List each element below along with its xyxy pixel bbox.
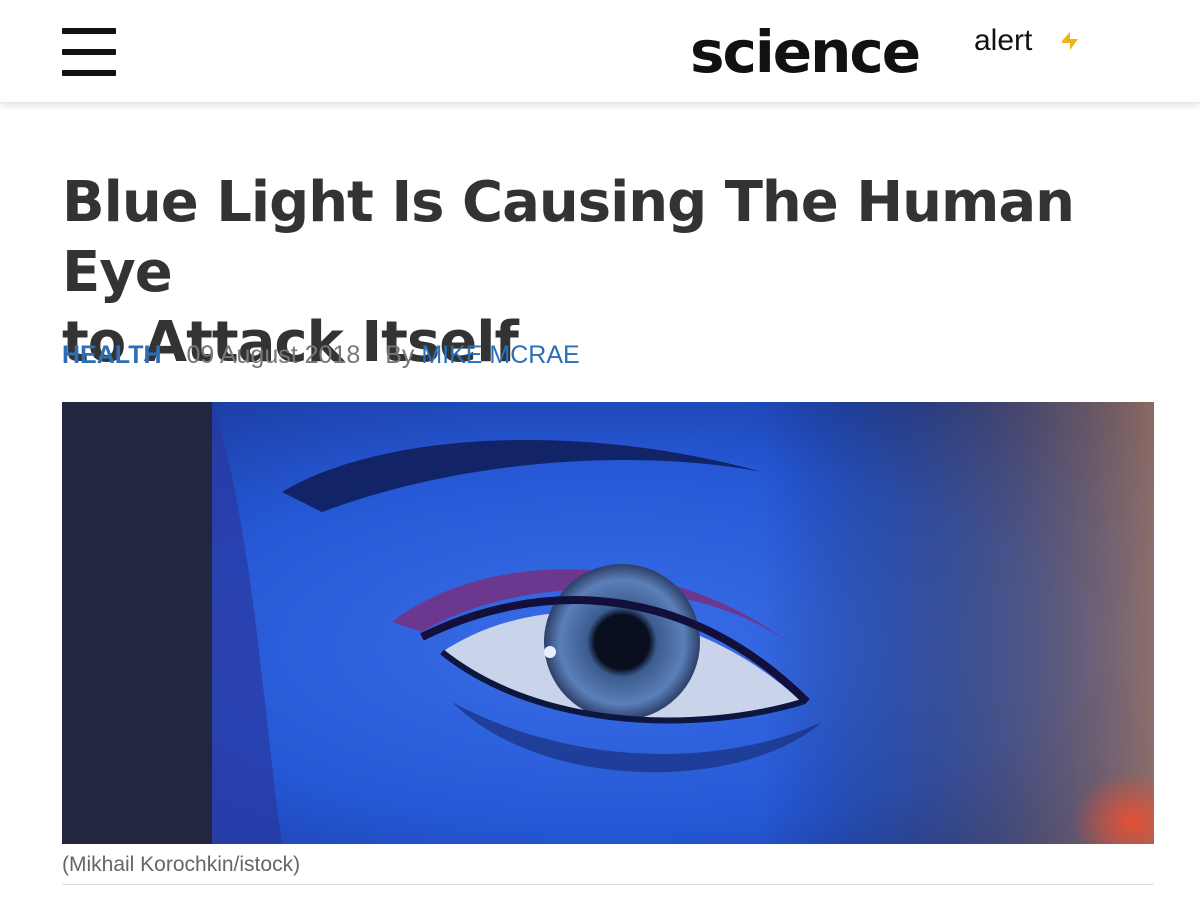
hero-image	[62, 402, 1154, 844]
author-link[interactable]: MIKE MCRAE	[421, 341, 579, 369]
article-title-line-1: Blue Light Is Causing The Human Eye	[62, 170, 1075, 305]
hamburger-menu-icon[interactable]	[62, 28, 116, 76]
article-meta: HEALTH 09 August 2018 By MIKE MCRAE	[62, 338, 580, 372]
image-caption: (Mikhail Korochkin/istock)	[62, 853, 301, 876]
logo-alert-text: alert	[974, 24, 1033, 57]
logo-science-text: science	[690, 18, 921, 86]
byline-prefix: By	[385, 341, 415, 369]
divider	[62, 884, 1154, 885]
category-link[interactable]: HEALTH	[62, 341, 162, 369]
publish-date: 09 August 2018	[186, 341, 361, 369]
eye-closeup-illustration	[62, 402, 1154, 844]
logo-spark-icon	[1062, 32, 1078, 50]
sciencealert-logo[interactable]: science alert	[690, 18, 1090, 88]
site-header: science alert	[0, 0, 1200, 103]
